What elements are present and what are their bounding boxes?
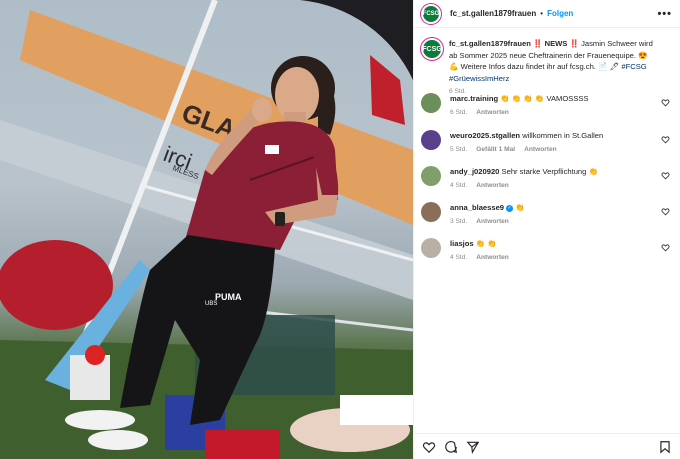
commenter-avatar[interactable]	[421, 238, 441, 258]
caption-body: fc_st.gallen1879frauen ‼️ NEWS ‼️ Jasmin…	[449, 38, 659, 98]
comment-body: liasjos 👏 👏 4 Std. Antworten	[450, 238, 650, 263]
more-options-icon[interactable]: •••	[657, 8, 672, 20]
comment-body: anna_blaesse9 ✓ 👏 3 Std. Antworten	[450, 202, 650, 227]
caption-avatar[interactable]: FCSG	[421, 38, 443, 60]
comment-text: 👏 👏	[475, 239, 497, 248]
hashtag-link-1[interactable]: #FCSG	[621, 62, 646, 71]
action-bar	[414, 433, 680, 459]
commenter-username[interactable]: liasjos	[450, 239, 474, 248]
post-photo[interactable]: GLAN irci MLESS PUMA UBS	[0, 0, 413, 459]
post-caption: FCSG fc_st.gallen1879frauen ‼️ NEWS ‼️ J…	[414, 28, 680, 98]
commenter-username[interactable]: marc.training	[450, 94, 498, 103]
comment-item: liasjos 👏 👏 4 Std. Antworten	[421, 238, 672, 263]
commenter-avatar[interactable]	[421, 166, 441, 186]
comment-time: 5 Std.	[450, 146, 468, 153]
comment-meta: 4 Std. Antworten	[450, 180, 650, 191]
comment-meta: 6 Std. Antworten	[450, 107, 650, 118]
account-avatar[interactable]: FCSG	[421, 3, 441, 24]
comment-time: 4 Std.	[450, 182, 468, 189]
comment-like-icon[interactable]	[661, 243, 670, 252]
post-header: FCSG fc_st.gallen1879frauen • Folgen •••	[414, 0, 680, 28]
reply-button[interactable]: Antworten	[524, 146, 557, 153]
comment-text: 👏 👏 👏 👏 VAMOSSSS	[500, 94, 589, 103]
reply-button[interactable]: Antworten	[476, 218, 509, 225]
post-panel: FCSG fc_st.gallen1879frauen • Folgen •••…	[413, 0, 680, 459]
commenter-avatar[interactable]	[421, 93, 441, 113]
caption-username[interactable]: fc_st.gallen1879frauen	[449, 39, 531, 48]
comment-meta: 4 Std. Antworten	[450, 252, 650, 263]
share-icon[interactable]	[466, 440, 480, 454]
commenter-username[interactable]: anna_blaesse9	[450, 203, 504, 212]
comment-text: Sehr starke Verpflichtung 👏	[501, 167, 598, 176]
shirt-brand: UBS	[205, 301, 217, 307]
comment-like-count[interactable]: Gefällt 1 Mal	[476, 146, 515, 153]
reply-button[interactable]: Antworten	[476, 254, 509, 261]
comment-body: weuro2025.stgallen willkommen in St.Gall…	[450, 130, 650, 155]
avatar-text: FCSG	[422, 10, 440, 17]
comment-meta: 3 Std. Antworten	[450, 216, 650, 227]
comment-text: willkommen in St.Gallen	[522, 131, 604, 140]
reply-button[interactable]: Antworten	[476, 182, 509, 189]
account-username[interactable]: fc_st.gallen1879frauen	[450, 9, 536, 18]
commenter-username[interactable]: weuro2025.stgallen	[450, 131, 520, 140]
hashtag-link-2[interactable]: #GrüewissImHerz	[449, 74, 509, 83]
follow-button[interactable]: Folgen	[547, 9, 573, 18]
comment-like-icon[interactable]	[661, 207, 670, 216]
caption-avatar-text: FCSG	[422, 45, 442, 53]
verified-badge-icon: ✓	[506, 205, 514, 212]
reply-button[interactable]: Antworten	[476, 109, 509, 116]
caption-news-label: ‼️ NEWS ‼️	[533, 39, 579, 48]
comment-item: weuro2025.stgallen willkommen in St.Gall…	[421, 130, 672, 155]
comment-text: 👏	[515, 203, 525, 212]
comment-icon[interactable]	[444, 440, 458, 454]
commenter-avatar[interactable]	[421, 202, 441, 222]
commenter-username[interactable]: andy_j020920	[450, 167, 499, 176]
pants-brand: PUMA	[215, 292, 242, 302]
heart-icon[interactable]	[422, 440, 436, 454]
bookmark-icon[interactable]	[658, 440, 672, 454]
comment-item: andy_j020920 Sehr starke Verpflichtung 👏…	[421, 166, 672, 191]
comment-body: marc.training 👏 👏 👏 👏 VAMOSSSS 6 Std. Antw…	[450, 93, 650, 118]
comment-like-icon[interactable]	[661, 171, 670, 180]
comment-like-icon[interactable]	[661, 135, 670, 144]
post-photo-illustration: GLAN irci MLESS PUMA UBS	[0, 0, 413, 459]
comment-time: 4 Std.	[450, 254, 468, 261]
header-separator: •	[540, 9, 544, 18]
comment-item: marc.training 👏 👏 👏 👏 VAMOSSSS 6 Std. Antw…	[421, 93, 672, 118]
comment-body: andy_j020920 Sehr starke Verpflichtung 👏…	[450, 166, 650, 191]
comment-like-icon[interactable]	[661, 98, 670, 107]
comment-meta: 5 Std. Gefällt 1 Mal Antworten	[450, 144, 650, 155]
comment-item: anna_blaesse9 ✓ 👏 3 Std. Antworten	[421, 202, 672, 227]
comment-time: 6 Std.	[450, 109, 468, 116]
comment-time: 3 Std.	[450, 218, 468, 225]
commenter-avatar[interactable]	[421, 130, 441, 150]
